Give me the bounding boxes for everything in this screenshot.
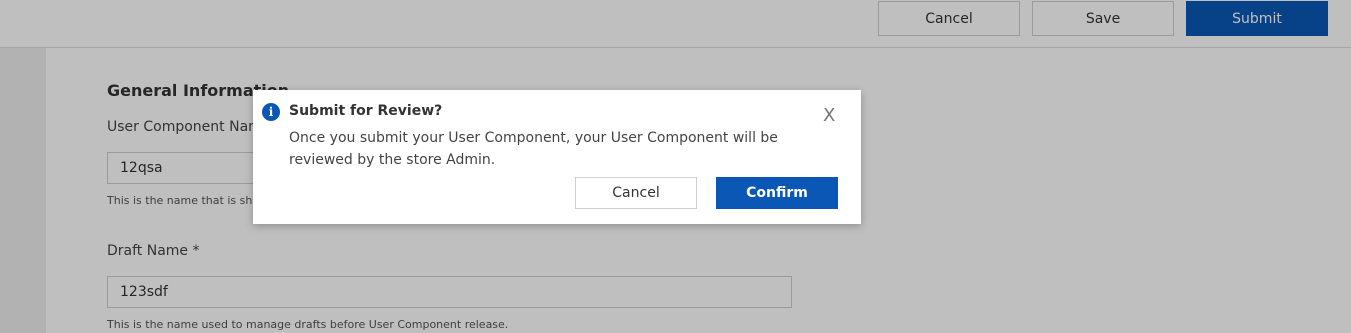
dialog-title: Submit for Review? [289,103,443,119]
info-icon: i [262,103,280,121]
confirm-button[interactable]: Confirm [716,177,838,209]
submit-review-dialog: i Submit for Review? X Once you submit y… [253,90,861,224]
dialog-message: Once you submit your User Component, you… [289,130,778,168]
dialog-cancel-button[interactable]: Cancel [575,177,697,209]
close-icon[interactable]: X [823,106,835,126]
